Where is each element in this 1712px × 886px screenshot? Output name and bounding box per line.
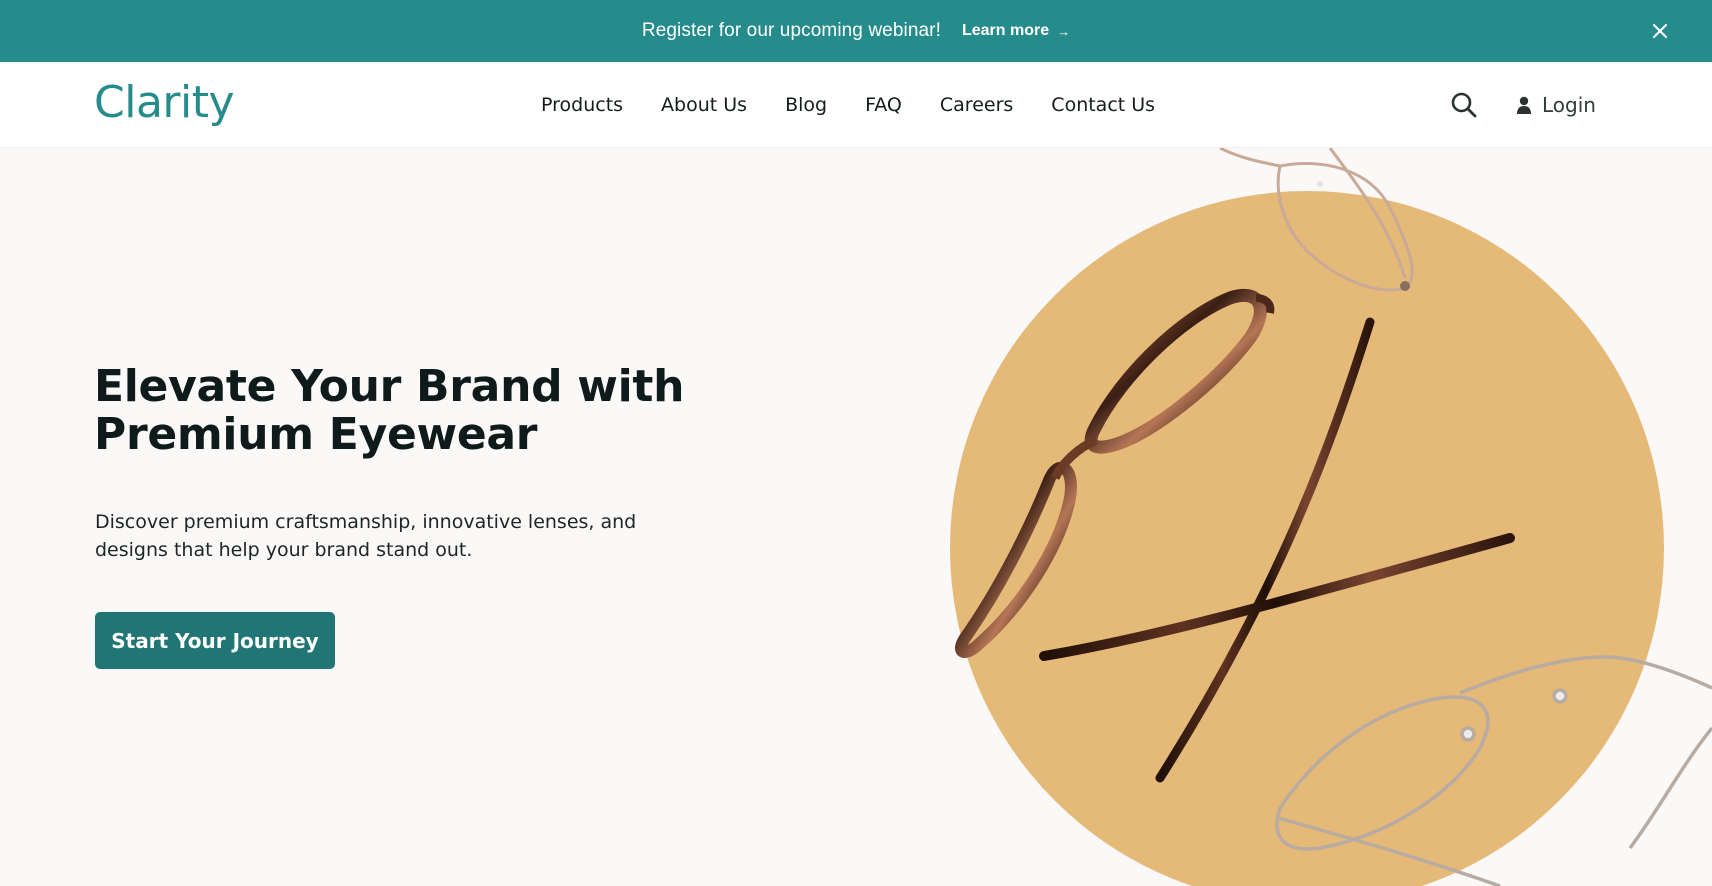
- login-label: Login: [1542, 93, 1596, 117]
- logo[interactable]: Clarity: [94, 77, 235, 128]
- nav-item-contact-us[interactable]: Contact Us: [1051, 94, 1155, 116]
- nav-item-blog[interactable]: Blog: [785, 94, 827, 116]
- site-header: Clarity Products About Us Blog FAQ Caree…: [0, 62, 1712, 148]
- login-button[interactable]: Login: [1516, 62, 1596, 148]
- nav-item-faq[interactable]: FAQ: [865, 94, 902, 116]
- arrow-right-icon: →: [1057, 23, 1071, 39]
- nav-item-products[interactable]: Products: [541, 94, 623, 116]
- search-button[interactable]: [1450, 91, 1478, 119]
- search-icon: [1451, 92, 1477, 118]
- announcement-text: Register for our upcoming webinar!: [641, 20, 941, 41]
- page: Register for our upcoming webinar! Learn…: [0, 0, 1712, 886]
- hero-description-line-1: Discover premium craftsmanship, innovati…: [95, 511, 637, 533]
- eyeglasses-illustration: [950, 148, 1712, 886]
- hero-title-line-2: Premium Eyewear: [94, 409, 538, 460]
- learn-more-link[interactable]: Learn more →: [962, 22, 1070, 40]
- hero-title: Elevate Your Brand with Premium Eyewear: [94, 363, 714, 459]
- user-icon: [1517, 96, 1531, 114]
- nav-item-careers[interactable]: Careers: [940, 94, 1013, 116]
- close-icon: [1653, 24, 1667, 38]
- hero-description: Discover premium craftsmanship, innovati…: [95, 508, 675, 564]
- nav-item-about-us[interactable]: About Us: [661, 94, 747, 116]
- announcement-bar: Register for our upcoming webinar! Learn…: [0, 0, 1712, 62]
- start-your-journey-button[interactable]: Start Your Journey: [95, 612, 335, 669]
- hero-title-line-1: Elevate Your Brand with: [94, 361, 685, 412]
- hero-description-line-2: designs that help your brand stand out.: [95, 539, 473, 561]
- main-nav: Products About Us Blog FAQ Careers Conta…: [541, 62, 1193, 148]
- hero-section: Elevate Your Brand with Premium Eyewear …: [0, 148, 1712, 886]
- learn-more-label: Learn more: [961, 22, 1050, 39]
- close-announcement-button[interactable]: [1648, 19, 1672, 43]
